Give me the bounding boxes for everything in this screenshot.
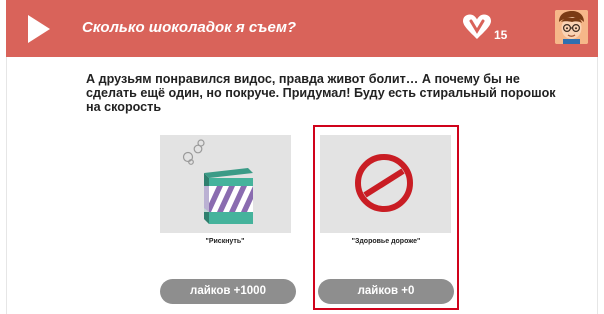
prohibition-sign-icon [355, 154, 413, 212]
option-label-health: "Здоровье дороже" [351, 238, 421, 245]
option-image-health [320, 135, 451, 233]
option-image-risk [160, 135, 291, 233]
likes-counter: 15 [462, 14, 522, 44]
likes-plus-0-button[interactable]: лайков +0 [318, 279, 454, 304]
option-card-risk[interactable]: "Рискнуть" лайков +1000 [154, 125, 300, 310]
detergent-box-icon [182, 139, 253, 224]
option-label-risk: "Рискнуть" [205, 238, 245, 245]
avatar[interactable] [555, 10, 588, 44]
heart-icon [463, 14, 491, 39]
play-icon[interactable] [28, 15, 50, 43]
likes-count: 15 [494, 28, 508, 42]
question-text: А друзьям понравился видос, правда живот… [86, 72, 556, 114]
header-bar: Сколько шоколадок я съем? 15 [6, 0, 598, 57]
likes-plus-1000-button[interactable]: лайков +1000 [160, 279, 296, 304]
boy-avatar-icon [555, 10, 588, 44]
option-card-health[interactable]: "Здоровье дороже" лайков +0 [313, 125, 459, 310]
page-title: Сколько шоколадок я съем? [82, 19, 297, 36]
